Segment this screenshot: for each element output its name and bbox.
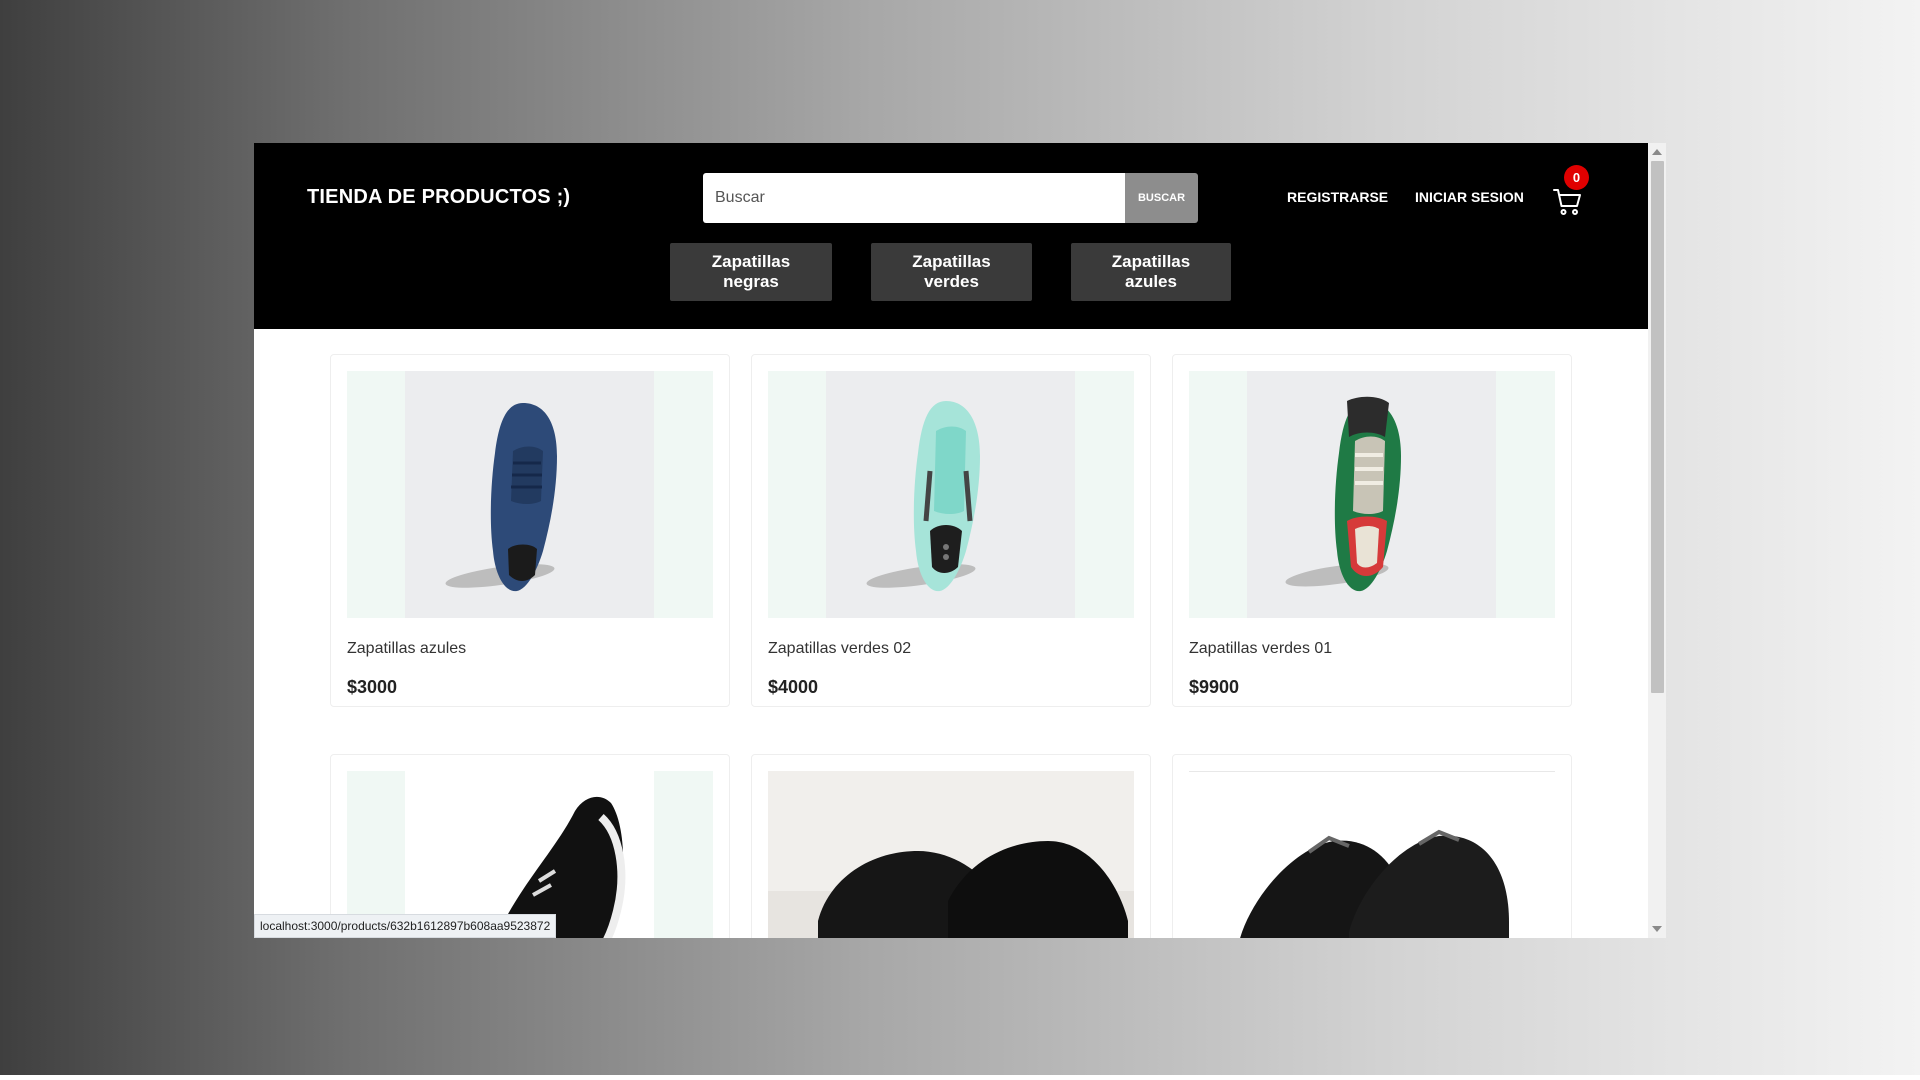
cart-button[interactable]: 0 <box>1552 165 1589 215</box>
scroll-up-arrow-icon[interactable] <box>1652 149 1662 155</box>
scroll-thumb[interactable] <box>1651 161 1664 693</box>
product-name[interactable]: Zapatillas azules <box>347 640 466 658</box>
product-card[interactable]: Zapatillas verdes 01 $9900 <box>1172 354 1572 707</box>
black-low-sneakers-image <box>1240 829 1509 938</box>
category-button-verdes[interactable]: Zapatillas verdes <box>871 243 1032 301</box>
black-running-sneaker-image <box>496 796 626 938</box>
mint-sneaker-image <box>866 401 980 592</box>
product-price: $3000 <box>347 677 398 697</box>
product-image[interactable] <box>1189 371 1555 618</box>
scroll-down-arrow-icon[interactable] <box>1652 926 1662 932</box>
product-card[interactable]: Zapatillas verdes 02 $4000 <box>751 354 1151 707</box>
green-sneaker-image <box>1285 396 1401 592</box>
product-name[interactable]: Zapatillas verdes 01 <box>1189 640 1332 658</box>
category-button-negras[interactable]: Zapatillas negras <box>670 243 832 301</box>
product-card[interactable]: Zapatillas azules $3000 <box>330 354 730 707</box>
browser-window: TIENDA DE PRODUCTOS ;) BUSCAR REGISTRARS… <box>254 143 1666 938</box>
product-image[interactable] <box>347 371 713 618</box>
product-price: $9900 <box>1189 677 1240 697</box>
product-image[interactable] <box>768 771 1134 938</box>
product-card[interactable] <box>330 754 730 938</box>
status-bar-url: localhost:3000/products/632b1612897b608a… <box>254 914 557 938</box>
product-image[interactable] <box>347 771 713 938</box>
vertical-scrollbar[interactable] <box>1648 143 1666 938</box>
cart-count-badge: 0 <box>1564 165 1589 190</box>
product-price: $4000 <box>768 677 819 697</box>
search-form: BUSCAR <box>703 173 1198 223</box>
register-link[interactable]: REGISTRARSE <box>1287 189 1388 205</box>
login-link[interactable]: INICIAR SESION <box>1415 189 1524 205</box>
search-input[interactable] <box>703 173 1125 223</box>
product-image[interactable] <box>1189 771 1555 938</box>
product-card[interactable] <box>1172 754 1572 938</box>
blue-sneaker-image <box>445 403 557 592</box>
brand-title[interactable]: TIENDA DE PRODUCTOS ;) <box>307 186 570 209</box>
category-button-azules[interactable]: Zapatillas azules <box>1071 243 1231 301</box>
product-name[interactable]: Zapatillas verdes 02 <box>768 640 911 658</box>
search-button[interactable]: BUSCAR <box>1125 173 1198 223</box>
black-leather-sneakers-image <box>768 841 1134 938</box>
cart-icon <box>1553 189 1581 215</box>
category-bar: Zapatillas negras Zapatillas verdes Zapa… <box>254 243 1648 301</box>
background-band <box>0 1075 1920 1080</box>
product-image[interactable] <box>768 371 1134 618</box>
navbar: TIENDA DE PRODUCTOS ;) BUSCAR REGISTRARS… <box>254 143 1648 329</box>
product-card[interactable] <box>751 754 1151 938</box>
page-viewport: TIENDA DE PRODUCTOS ;) BUSCAR REGISTRARS… <box>254 143 1648 938</box>
